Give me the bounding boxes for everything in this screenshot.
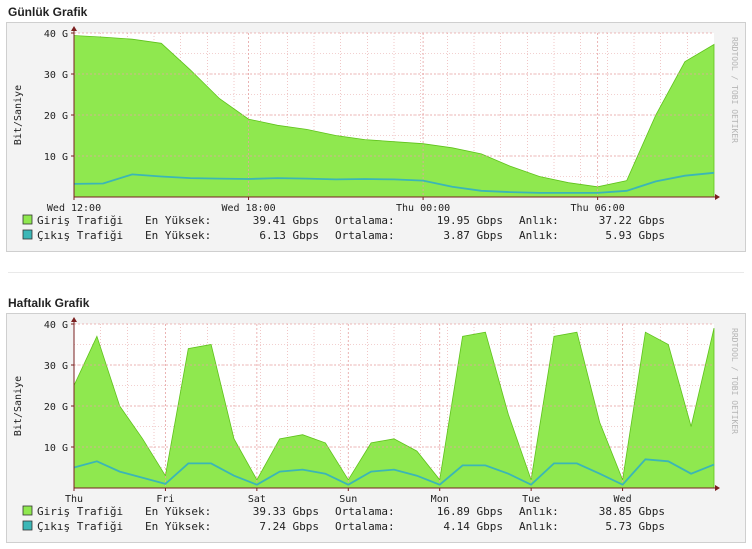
weekly-legend-cur-value: 38.85 Gbps <box>599 505 665 518</box>
weekly-legend-cur-label: Anlık: <box>519 520 559 533</box>
weekly-y-axis-arrow <box>71 317 77 322</box>
weekly-graph-title: Haftalık Grafik <box>8 296 90 310</box>
weekly-y-axis-label: Bit/Saniye <box>13 376 24 436</box>
weekly-legend-max-label: En Yüksek: <box>145 505 211 518</box>
daily-x-tick-label: Thu 06:00 <box>571 203 625 214</box>
daily-legend-swatch <box>22 229 33 240</box>
weekly-legend-max-value: 39.33 Gbps <box>253 505 319 518</box>
weekly-x-tick-label: Fri <box>156 494 174 505</box>
weekly-legend-name: Giriş Trafiği <box>37 505 123 518</box>
daily-x-tick-label: Wed 18:00 <box>221 203 275 214</box>
weekly-x-tick-label: Thu <box>65 494 83 505</box>
daily-x-axis-arrow <box>715 194 720 200</box>
daily-watermark: RRDTOOL / TOBI OETIKER <box>730 37 739 143</box>
daily-y-tick-label: 30 G <box>44 70 68 81</box>
daily-x-tick-label: Thu 00:00 <box>396 203 450 214</box>
weekly-legend-avg-label: Ortalama: <box>335 505 395 518</box>
weekly-legend-max-value: 7.24 Gbps <box>259 520 319 533</box>
daily-legend-cur-value: 37.22 Gbps <box>599 214 665 227</box>
daily-legend-avg-label: Ortalama: <box>335 229 395 242</box>
daily-legend-max-label: En Yüksek: <box>145 229 211 242</box>
weekly-x-tick-label: Wed <box>614 494 632 505</box>
weekly-legend-cur-label: Anlık: <box>519 505 559 518</box>
daily-graph: 40 G 30 G 20 G 10 G Wed 12:00 Wed 18:00 Thu 00… <box>6 22 746 252</box>
daily-legend-cur-label: Anlık: <box>519 214 559 227</box>
daily-x-tick-label: Wed 12:00 <box>47 203 101 214</box>
weekly-y-tick-label: 20 G <box>44 402 68 413</box>
weekly-y-tick-label: 40 G <box>44 320 68 331</box>
weekly-x-tick-label: Mon <box>431 494 449 505</box>
section-divider <box>8 272 744 273</box>
weekly-legend-max-label: En Yüksek: <box>145 520 211 533</box>
weekly-traffic-chart: 40 G 30 G 20 G 10 G Thu Fri Sat Sun Mon Tue Wed Bit… <box>13 317 739 533</box>
daily-y-axis-label: Bit/Saniye <box>13 85 24 145</box>
daily-legend-avg-label: Ortalama: <box>335 214 395 227</box>
weekly-x-axis-arrow <box>715 485 720 491</box>
daily-legend-name: Çıkış Trafiği <box>37 229 123 242</box>
weekly-x-tick-label: Sun <box>339 494 357 505</box>
daily-y-tick-label: 10 G <box>44 152 68 163</box>
weekly-watermark: RRDTOOL / TOBI OETIKER <box>730 328 739 434</box>
daily-legend-cur-value: 5.93 Gbps <box>605 229 665 242</box>
weekly-y-tick-label: 10 G <box>44 443 68 454</box>
daily-y-tick-label: 20 G <box>44 111 68 122</box>
weekly-legend-name: Çıkış Trafiği <box>37 520 123 533</box>
weekly-legend-avg-value: 4.14 Gbps <box>443 520 503 533</box>
daily-legend-max-value: 39.41 Gbps <box>253 214 319 227</box>
weekly-graph: 40 G 30 G 20 G 10 G Thu Fri Sat Sun Mon Tue Wed Bit… <box>6 313 746 543</box>
daily-legend-name: Giriş Trafiği <box>37 214 123 227</box>
daily-traffic-chart: 40 G 30 G 20 G 10 G Wed 12:00 Wed 18:00 Thu 00… <box>13 26 739 242</box>
daily-y-tick-label: 40 G <box>44 29 68 40</box>
weekly-legend-cur-value: 5.73 Gbps <box>605 520 665 533</box>
weekly-legend-avg-label: Ortalama: <box>335 520 395 533</box>
daily-legend-max-label: En Yüksek: <box>145 214 211 227</box>
daily-y-axis-arrow <box>71 26 77 31</box>
daily-graph-title: Günlük Grafik <box>8 5 88 19</box>
weekly-x-tick-label: Sat <box>248 494 266 505</box>
weekly-legend-swatch <box>22 520 33 531</box>
weekly-legend-swatch <box>22 505 33 516</box>
daily-legend-avg-value: 19.95 Gbps <box>437 214 503 227</box>
daily-legend-swatch <box>22 214 33 225</box>
weekly-y-tick-label: 30 G <box>44 361 68 372</box>
daily-legend-avg-value: 3.87 Gbps <box>443 229 503 242</box>
weekly-x-tick-label: Tue <box>522 494 540 505</box>
daily-legend-cur-label: Anlık: <box>519 229 559 242</box>
weekly-legend-avg-value: 16.89 Gbps <box>437 505 503 518</box>
daily-legend-max-value: 6.13 Gbps <box>259 229 319 242</box>
